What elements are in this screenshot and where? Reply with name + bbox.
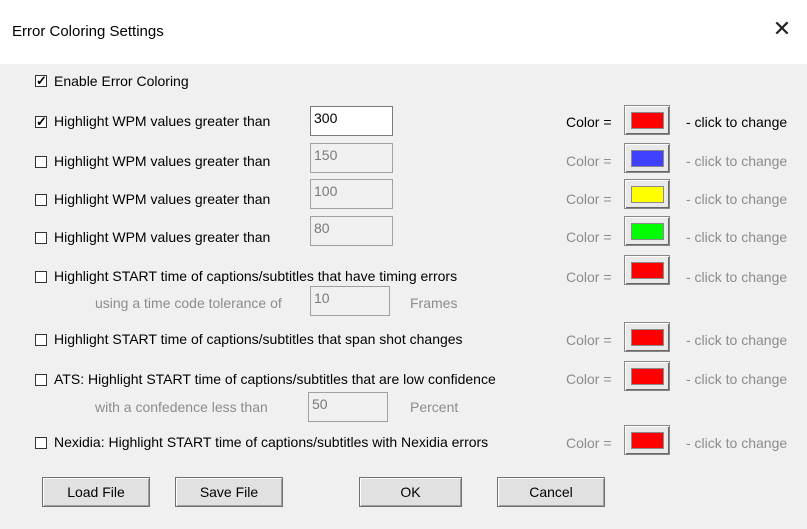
color-label: Color = <box>566 332 612 348</box>
color-label: Color = <box>566 269 612 285</box>
shot-changes-label: Highlight START time of captions/subtitl… <box>54 331 463 347</box>
color-label: Color = <box>566 153 612 169</box>
wpm-150-label: Highlight WPM values greater than <box>54 153 271 169</box>
color-swatch <box>631 112 664 129</box>
ats-low-confidence-checkbox[interactable] <box>35 374 47 386</box>
color-swatch <box>631 150 664 167</box>
nexidia-errors-label: Nexidia: Highlight START time of caption… <box>54 434 489 450</box>
click-to-change-hint: - click to change <box>686 332 788 348</box>
color-swatch-button[interactable] <box>624 143 670 173</box>
wpm-100-checkbox[interactable] <box>35 194 47 206</box>
color-swatch-button[interactable] <box>624 216 670 246</box>
enable-error-coloring-label: Enable Error Coloring <box>54 73 189 89</box>
title-bar: Error Coloring Settings ✕ <box>0 0 807 64</box>
ok-button[interactable]: OK <box>359 477 462 507</box>
color-label: Color = <box>566 229 612 245</box>
click-to-change-hint: - click to change <box>686 153 788 169</box>
color-label: Color = <box>566 435 612 451</box>
close-icon[interactable]: ✕ <box>765 12 799 46</box>
wpm-300-checkbox[interactable]: ✓ <box>35 114 47 129</box>
color-swatch-button[interactable] <box>624 361 670 391</box>
wpm-300-input[interactable]: 300 <box>310 106 393 136</box>
save-file-button[interactable]: Save File <box>175 477 283 507</box>
confidence-suffix-label: Percent <box>410 399 459 415</box>
timing-errors-label: Highlight START time of captions/subtitl… <box>54 268 458 284</box>
wpm-100-label: Highlight WPM values greater than <box>54 191 271 207</box>
tolerance-prefix-label: using a time code tolerance of <box>95 295 282 311</box>
color-label: Color = <box>566 114 612 130</box>
tolerance-input[interactable]: 10 <box>310 286 390 316</box>
click-to-change-hint: - click to change <box>686 269 788 285</box>
ats-low-confidence-label: ATS: Highlight START time of captions/su… <box>54 371 496 387</box>
wpm-80-checkbox[interactable] <box>35 232 47 244</box>
nexidia-errors-checkbox[interactable] <box>35 437 47 449</box>
wpm-300-label: Highlight WPM values greater than <box>54 113 271 129</box>
color-swatch <box>631 432 664 449</box>
color-swatch <box>631 329 664 346</box>
cancel-button[interactable]: Cancel <box>497 477 605 507</box>
color-swatch-button[interactable] <box>624 179 670 209</box>
wpm-150-checkbox[interactable] <box>35 156 47 168</box>
click-to-change-hint: - click to change <box>686 371 788 387</box>
click-to-change-hint: - click to change <box>686 229 788 245</box>
color-swatch-button[interactable] <box>624 425 670 455</box>
tolerance-suffix-label: Frames <box>410 295 458 311</box>
window-title: Error Coloring Settings <box>12 23 164 40</box>
color-label: Color = <box>566 371 612 387</box>
confidence-prefix-label: with a confedence less than <box>95 399 268 415</box>
checkmark-icon: ✓ <box>36 73 47 88</box>
color-swatch-button[interactable] <box>624 322 670 352</box>
color-swatch <box>631 262 664 279</box>
wpm-80-input[interactable]: 80 <box>310 216 393 246</box>
color-swatch-button[interactable] <box>624 255 670 285</box>
click-to-change-hint: - click to change <box>686 435 788 451</box>
shot-changes-checkbox[interactable] <box>35 334 47 346</box>
wpm-80-label: Highlight WPM values greater than <box>54 229 271 245</box>
wpm-150-input[interactable]: 150 <box>310 143 393 173</box>
wpm-100-input[interactable]: 100 <box>310 179 393 209</box>
color-label: Color = <box>566 191 612 207</box>
checkmark-icon: ✓ <box>36 114 47 129</box>
color-swatch-button[interactable] <box>624 105 670 135</box>
color-swatch <box>631 186 664 203</box>
color-swatch <box>631 368 664 385</box>
color-swatch <box>631 223 664 240</box>
load-file-button[interactable]: Load File <box>42 477 150 507</box>
confidence-input[interactable]: 50 <box>308 392 388 422</box>
click-to-change-hint: - click to change <box>686 114 788 130</box>
timing-errors-checkbox[interactable] <box>35 271 47 283</box>
click-to-change-hint: - click to change <box>686 191 788 207</box>
enable-error-coloring-checkbox[interactable]: ✓ <box>35 73 47 88</box>
